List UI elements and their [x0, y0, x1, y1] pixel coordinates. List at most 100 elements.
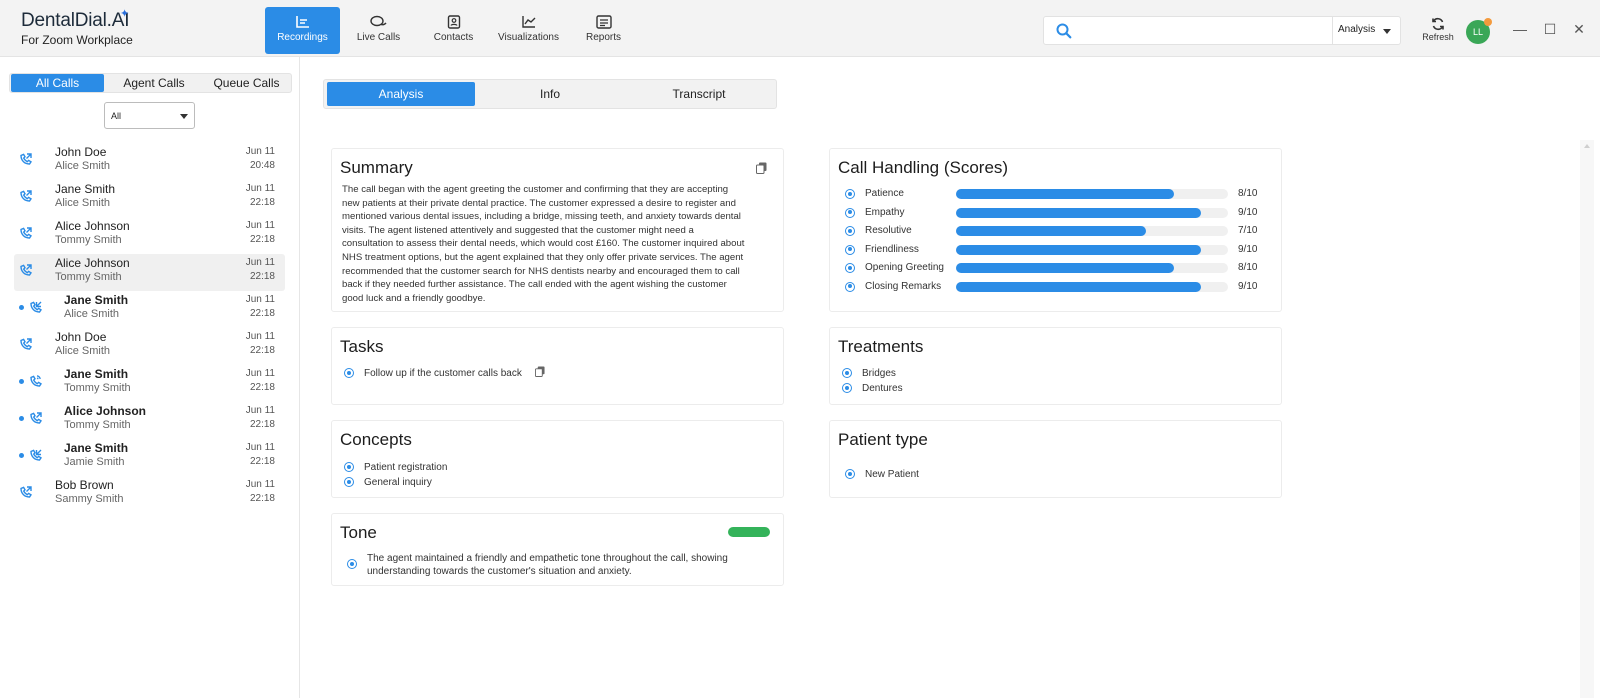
call-list-item[interactable]: John Doe Alice Smith Jun 11 20:48: [14, 143, 285, 180]
radio-icon: [845, 226, 855, 236]
nav-contacts[interactable]: Contacts: [416, 7, 491, 54]
agent-name: Tommy Smith: [64, 382, 131, 394]
filter-value: All: [111, 111, 122, 121]
unread-dot: [19, 453, 24, 458]
recordings-icon: [295, 16, 309, 28]
chevron-up-icon: [1584, 144, 1590, 148]
concept-label: General inquiry: [364, 477, 432, 488]
call-time: 22:18: [249, 419, 275, 430]
caller-name: John Doe: [55, 145, 107, 159]
call-list-item[interactable]: Jane Smith Alice Smith Jun 11 22:18: [14, 180, 285, 217]
tab-transcript[interactable]: Transcript: [625, 82, 773, 106]
search-scope-select[interactable]: Analysis: [1332, 17, 1400, 44]
score-fill: [956, 189, 1174, 199]
score-bar: [956, 189, 1228, 199]
radio-icon: [845, 281, 855, 292]
tone-text: The agent maintained a friendly and empa…: [367, 553, 728, 577]
score-label: Closing Remarks: [865, 280, 942, 292]
score-fill: [956, 263, 1174, 273]
tab-info[interactable]: Info: [476, 82, 624, 106]
nav-recordings[interactable]: Recordings: [265, 7, 340, 54]
score-value: 9/10: [1238, 280, 1258, 292]
patient-type-card: Patient type New Patient: [829, 420, 1282, 498]
copy-icon[interactable]: [535, 366, 545, 377]
outgoing-call-icon: [20, 338, 33, 350]
radio-icon: [845, 244, 855, 255]
score-label: Patience: [865, 188, 904, 199]
call-list-item[interactable]: Alice Johnson Tommy Smith Jun 11 22:18: [14, 402, 285, 439]
call-list-item[interactable]: Alice Johnson Tommy Smith Jun 11 22:18: [14, 254, 285, 291]
tasks-card: Tasks Follow up if the customer calls ba…: [331, 327, 784, 405]
agent-name: Alice Smith: [55, 160, 111, 172]
call-list-item[interactable]: Bob Brown Sammy Smith Jun 11 22:18: [14, 476, 285, 513]
unread-dot: [19, 379, 24, 384]
call-date: Jun 11: [245, 183, 275, 194]
caller-name: Alice Johnson: [55, 256, 130, 270]
caller-name: Bob Brown: [55, 478, 114, 492]
outgoing-call-icon: [30, 412, 43, 424]
score-label: Resolutive: [865, 225, 912, 236]
call-date: Jun 11: [245, 442, 275, 453]
call-list-item[interactable]: John Doe Alice Smith Jun 11 22:18: [14, 328, 285, 365]
refresh-button[interactable]: Refresh: [1420, 17, 1456, 42]
nav-visualizations[interactable]: Visualizations: [491, 7, 566, 54]
radio-icon: [845, 263, 855, 273]
call-list-item[interactable]: Jane Smith Jamie Smith Jun 11 22:18: [14, 439, 285, 476]
score-fill: [956, 207, 1201, 218]
call-list-item[interactable]: Alice Johnson Tommy Smith Jun 11 22:18: [14, 217, 285, 254]
search-input[interactable]: [1080, 21, 1370, 41]
radio-icon: [845, 469, 855, 479]
caller-name: John Doe: [55, 330, 107, 344]
score-value: 8/10: [1238, 188, 1258, 199]
tone-indicator: [728, 527, 770, 537]
call-date: Jun 11: [245, 368, 275, 379]
nav-label: Live Calls: [356, 32, 401, 43]
score-label: Opening Greeting: [865, 262, 944, 273]
radio-icon: [845, 207, 855, 218]
radio-icon: [344, 368, 354, 378]
nav-reports[interactable]: Reports: [566, 7, 641, 54]
summary-title: Summary: [340, 158, 413, 177]
copy-icon[interactable]: [756, 162, 767, 174]
agent-name: Alice Smith: [55, 197, 111, 209]
incoming-call-icon: [30, 301, 43, 313]
outgoing-call-icon: [20, 153, 33, 165]
concepts-card: Concepts Patient registration General in…: [331, 420, 784, 498]
patient-type-title: Patient type: [838, 430, 928, 449]
caller-name: Alice Johnson: [64, 404, 147, 418]
maximize-button[interactable]: ☐: [1542, 21, 1558, 37]
close-button[interactable]: ✕: [1571, 21, 1587, 37]
call-list-item[interactable]: Jane Smith Tommy Smith Jun 11 22:18: [14, 365, 285, 402]
score-bar: [956, 281, 1228, 292]
score-bar: [956, 207, 1228, 218]
filter-select[interactable]: All: [104, 102, 195, 129]
ringing-call-icon: [30, 375, 43, 387]
seg-queue-calls[interactable]: Queue Calls: [201, 74, 292, 92]
treatments-card: Treatments Bridges Dentures: [829, 327, 1282, 405]
seg-all-calls[interactable]: All Calls: [11, 74, 104, 92]
call-date: Jun 11: [245, 146, 275, 157]
chat-bubbles-icon: [369, 15, 387, 27]
contacts-icon: [447, 15, 460, 29]
tasks-title: Tasks: [340, 337, 384, 356]
score-bar: [956, 263, 1228, 273]
incoming-call-icon: [30, 449, 43, 461]
radio-icon: [344, 462, 354, 472]
call-filter-segments: All Calls Agent Calls Queue Calls: [9, 73, 292, 93]
seg-agent-calls[interactable]: Agent Calls: [108, 74, 200, 92]
agent-name: Tommy Smith: [55, 234, 122, 246]
agent-name: Tommy Smith: [55, 271, 122, 283]
call-list-item[interactable]: Jane Smith Alice Smith Jun 11 22:18: [14, 291, 285, 328]
scrollbar[interactable]: [1580, 140, 1594, 698]
call-date: Jun 11: [245, 331, 275, 342]
tab-analysis[interactable]: Analysis: [327, 82, 475, 106]
score-bar: [956, 244, 1228, 255]
treatment-label: Dentures: [862, 383, 903, 394]
unread-dot: [19, 305, 24, 310]
agent-name: Tommy Smith: [64, 419, 131, 431]
call-time: 22:18: [249, 345, 275, 356]
nav-live-calls[interactable]: Live Calls: [341, 7, 416, 54]
patient-type-label: New Patient: [865, 469, 919, 480]
concepts-title: Concepts: [340, 430, 412, 449]
minimize-button[interactable]: —: [1512, 21, 1528, 37]
